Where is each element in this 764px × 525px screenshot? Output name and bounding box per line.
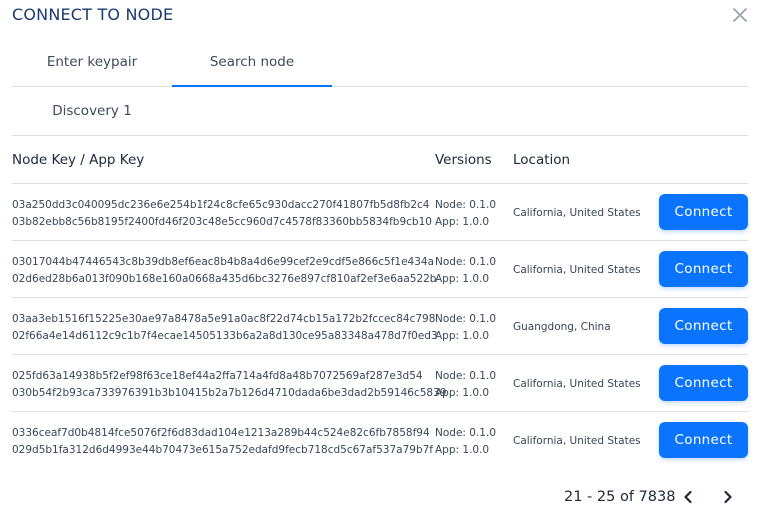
column-header-keys: Node Key / App Key bbox=[12, 151, 145, 168]
dialog-title: CONNECT TO NODE bbox=[12, 5, 174, 24]
table-row: 03017044b47446543c8b39db8ef6eac8b4b8a4d6… bbox=[12, 241, 748, 298]
node-key: 03aa3eb1516f15225e30ae97a8478a5e91a0ac8f… bbox=[12, 313, 436, 325]
column-header-versions: Versions bbox=[435, 151, 492, 168]
table-row: 0336ceaf7d0b4814fce5076f2f6d83dad104e121… bbox=[12, 412, 748, 469]
chevron-right-icon[interactable] bbox=[717, 486, 739, 508]
key-cell: 03017044b47446543c8b39db8ef6eac8b4b8a4d6… bbox=[12, 254, 436, 288]
pagination-label: 21 - 25 of 7838 bbox=[564, 489, 676, 505]
node-key: 03017044b47446543c8b39db8ef6eac8b4b8a4d6… bbox=[12, 256, 435, 268]
connect-button[interactable]: Connect bbox=[659, 308, 748, 344]
app-key: 029d5b1fa312d6d4993e44b70473e615a752edaf… bbox=[12, 444, 433, 456]
column-header-location: Location bbox=[513, 151, 571, 168]
app-key: 02f66a4e14d6112c9c1b7f4ecae14505133b6a2a… bbox=[12, 330, 438, 342]
app-version: App: 1.0.0 bbox=[435, 444, 490, 456]
versions-cell: Node: 0.1.0 App: 1.0.0 bbox=[435, 311, 496, 345]
location-cell: California, United States bbox=[513, 206, 641, 219]
connect-button[interactable]: Connect bbox=[659, 194, 748, 230]
key-cell: 03aa3eb1516f15225e30ae97a8478a5e91a0ac8f… bbox=[12, 311, 438, 345]
tab-enter-keypair[interactable]: Enter keypair bbox=[12, 38, 172, 86]
location-cell: Guangdong, China bbox=[513, 320, 611, 333]
versions-cell: Node: 0.1.0 App: 1.0.0 bbox=[435, 425, 496, 459]
tab-bar: Enter keypair Search node bbox=[12, 38, 748, 87]
table-row: 03a250dd3c040095dc236e6e254b1f24c8cfe65c… bbox=[12, 184, 748, 241]
key-cell: 03a250dd3c040095dc236e6e254b1f24c8cfe65c… bbox=[12, 197, 432, 231]
chevron-left-icon[interactable] bbox=[677, 486, 699, 508]
connect-button[interactable]: Connect bbox=[659, 251, 748, 287]
app-version: App: 1.0.0 bbox=[435, 330, 490, 342]
node-version: Node: 0.1.0 bbox=[435, 313, 496, 325]
table-row: 025fd63a14938b5f2ef98f63ce18ef44a2ffa714… bbox=[12, 355, 748, 412]
location-cell: California, United States bbox=[513, 434, 641, 447]
key-cell: 0336ceaf7d0b4814fce5076f2f6d83dad104e121… bbox=[12, 425, 433, 459]
close-icon[interactable] bbox=[730, 5, 750, 25]
node-version: Node: 0.1.0 bbox=[435, 427, 496, 439]
app-version: App: 1.0.0 bbox=[435, 216, 490, 228]
tab-discovery-1[interactable]: Discovery 1 bbox=[12, 87, 172, 135]
key-cell: 025fd63a14938b5f2ef98f63ce18ef44a2ffa714… bbox=[12, 368, 446, 402]
node-version: Node: 0.1.0 bbox=[435, 199, 496, 211]
connect-button[interactable]: Connect bbox=[659, 422, 748, 458]
node-version: Node: 0.1.0 bbox=[435, 370, 496, 382]
app-version: App: 1.0.0 bbox=[435, 273, 490, 285]
node-version: Node: 0.1.0 bbox=[435, 256, 496, 268]
versions-cell: Node: 0.1.0 App: 1.0.0 bbox=[435, 368, 496, 402]
node-key: 025fd63a14938b5f2ef98f63ce18ef44a2ffa714… bbox=[12, 370, 423, 382]
node-key: 03a250dd3c040095dc236e6e254b1f24c8cfe65c… bbox=[12, 199, 430, 211]
node-table-body: 03a250dd3c040095dc236e6e254b1f24c8cfe65c… bbox=[12, 184, 748, 469]
connect-button[interactable]: Connect bbox=[659, 365, 748, 401]
versions-cell: Node: 0.1.0 App: 1.0.0 bbox=[435, 197, 496, 231]
app-version: App: 1.0.0 bbox=[435, 387, 490, 399]
app-key: 030b54f2b93ca733976391b3b10415b2a7b126d4… bbox=[12, 387, 447, 399]
location-cell: California, United States bbox=[513, 377, 641, 390]
versions-cell: Node: 0.1.0 App: 1.0.0 bbox=[435, 254, 496, 288]
tab-search-node[interactable]: Search node bbox=[172, 38, 332, 87]
location-cell: California, United States bbox=[513, 263, 641, 276]
table-header: Node Key / App Key Versions Location bbox=[12, 136, 748, 184]
app-key: 03b82ebb8c56b8195f2400fd46f203c48e5cc960… bbox=[12, 216, 432, 228]
node-key: 0336ceaf7d0b4814fce5076f2f6d83dad104e121… bbox=[12, 427, 430, 439]
discovery-tab-bar: Discovery 1 bbox=[12, 87, 748, 136]
table-row: 03aa3eb1516f15225e30ae97a8478a5e91a0ac8f… bbox=[12, 298, 748, 355]
app-key: 02d6ed28b6a013f090b168e160a0668a435d6bc3… bbox=[12, 273, 437, 285]
